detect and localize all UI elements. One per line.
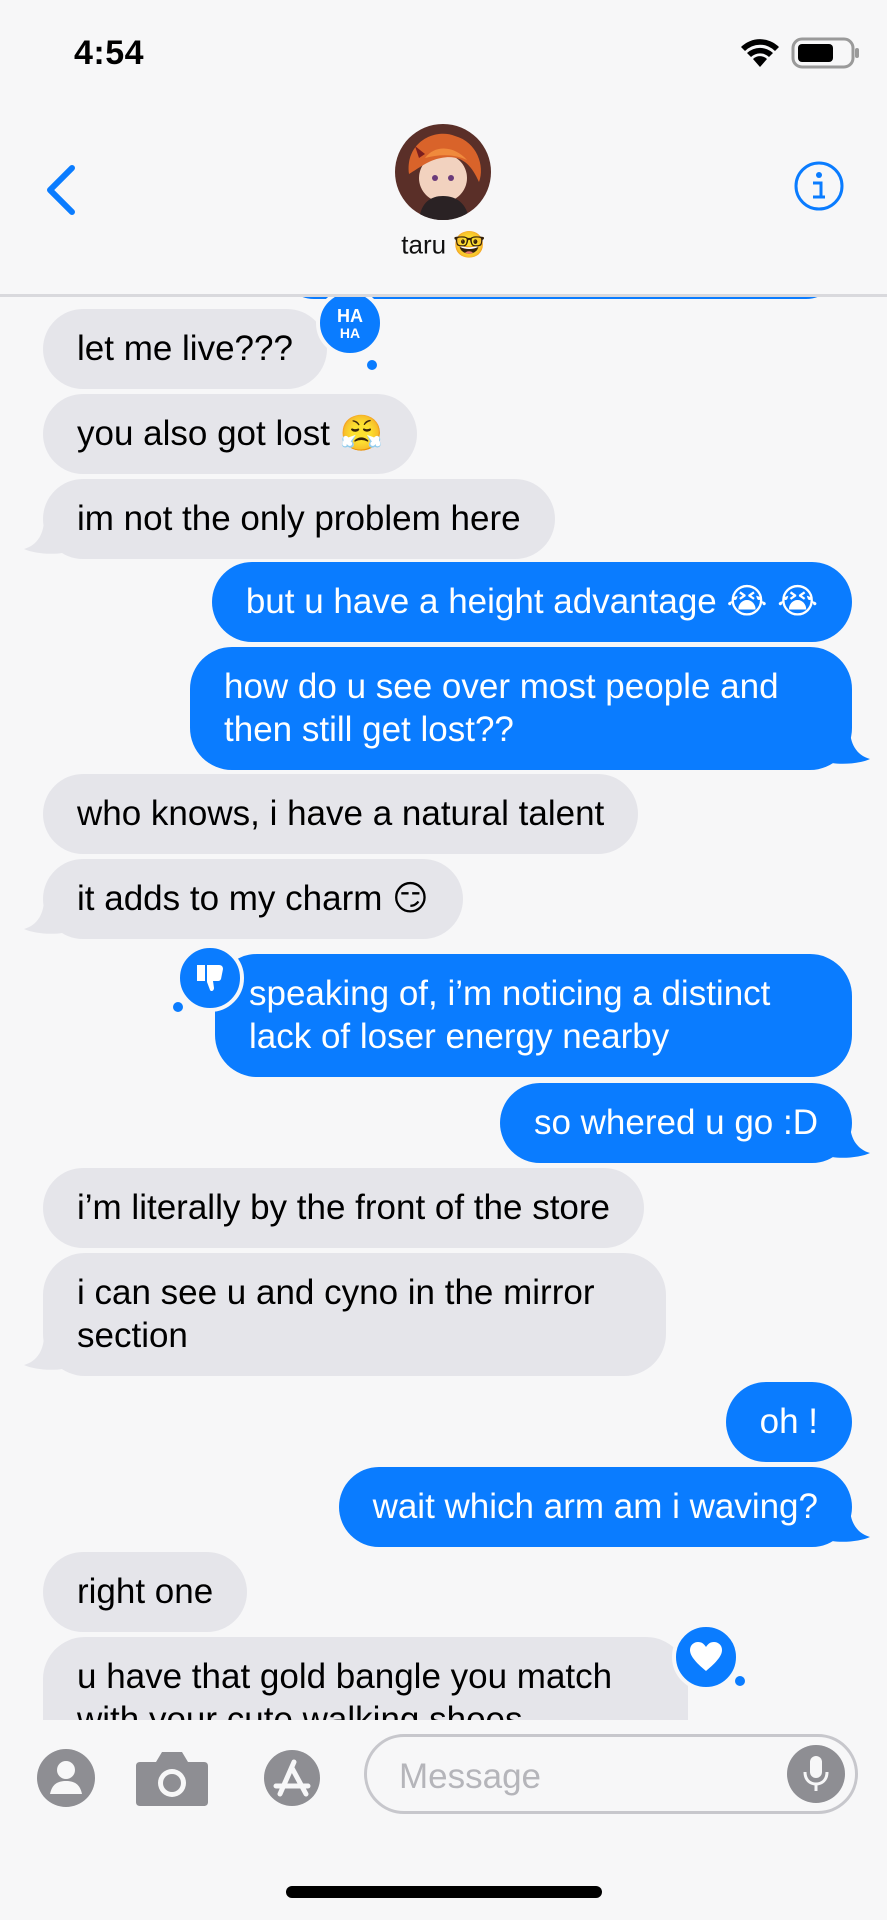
app-store-icon[interactable] — [252, 1748, 332, 1808]
message-text: oh ! — [759, 1402, 818, 1441]
message-thread[interactable]: let me live??? HA HA you also got lost 😤… — [0, 297, 887, 1720]
message-text: right one — [77, 1572, 214, 1611]
mic-glyph — [803, 1756, 829, 1791]
contact-name-text: taru — [401, 229, 447, 260]
message-text: speaking of, i’m noticing a distinct — [249, 974, 771, 1013]
message-text-line2: lack of loser energy nearby — [249, 1017, 670, 1056]
message-text: im not the only problem here — [77, 499, 521, 538]
message-bubble-received[interactable]: u have that gold bangle you match with y… — [43, 1637, 688, 1720]
message-bubble-received[interactable]: im not the only problem here — [43, 479, 555, 559]
avatar[interactable] — [395, 124, 491, 220]
bubble-tail — [832, 1507, 870, 1542]
message-text: so whered u go :D — [533, 1103, 818, 1142]
haha-text-top: HA — [337, 306, 363, 326]
message-bubble-received[interactable]: right one — [43, 1552, 248, 1632]
heart-reaction-icon[interactable] — [672, 1623, 740, 1691]
message-text: you also got lost 😤 — [77, 414, 384, 453]
message-bubble-sent[interactable]: wait which arm am i waving? — [338, 1467, 852, 1547]
home-indicator[interactable] — [286, 1886, 602, 1898]
message-text: i’m literally by the front of the store — [77, 1188, 610, 1227]
haha-glyph: HA HA — [337, 306, 363, 341]
bubble-tail — [24, 519, 62, 554]
message-text: but u have a height advantage 😭 😭 — [245, 582, 818, 621]
message-text: i can see u and cyno in the mirror — [77, 1273, 595, 1312]
message-bubble-received[interactable]: let me live??? — [43, 309, 327, 389]
bubble-tail — [24, 1335, 62, 1370]
avatar-image — [395, 124, 491, 220]
bubble-tail — [832, 729, 870, 764]
bubble-tail — [24, 899, 62, 934]
info-icon[interactable] — [793, 160, 845, 212]
thumbs-down-glyph — [197, 965, 223, 992]
bubble-tail — [832, 1123, 870, 1158]
camera-icon[interactable] — [134, 1748, 210, 1808]
reaction-dot — [170, 999, 186, 1015]
message-bubble-sent[interactable]: speaking of, i’m noticing a distinct lac… — [215, 954, 852, 1077]
message-text: wait which arm am i waving? — [372, 1487, 818, 1526]
haha-reaction-icon[interactable]: HA HA — [316, 297, 384, 357]
message-bubble-sent[interactable]: oh ! — [725, 1382, 852, 1462]
message-bubble-sent[interactable]: so whered u go :D — [499, 1083, 852, 1163]
heart-glyph — [690, 1642, 722, 1671]
status-time: 4:54 — [74, 34, 145, 72]
status-icons — [739, 36, 861, 70]
reaction-dot — [364, 357, 380, 373]
back-chevron-icon[interactable] — [38, 160, 86, 220]
message-bubble-received[interactable]: who knows, i have a natural talent — [43, 774, 639, 854]
wifi-icon — [741, 39, 779, 67]
message-text-line2: then still get lost?? — [224, 710, 514, 749]
haha-text-bottom: HA — [340, 325, 360, 341]
message-text-line2: section — [77, 1316, 188, 1355]
message-text: who knows, i have a natural talent — [77, 794, 605, 833]
message-bubble-sent[interactable]: but u have a height advantage 😭 😭 — [211, 562, 852, 642]
message-bubble-received[interactable]: it adds to my charm 😏 — [43, 859, 463, 939]
message-input[interactable]: Message — [364, 1734, 858, 1814]
reaction-dot — [732, 1673, 748, 1689]
message-text: it adds to my charm 😏 — [77, 879, 429, 918]
message-bubble-received[interactable]: i’m literally by the front of the store — [43, 1168, 644, 1248]
contact-name[interactable]: taru 🤓 — [0, 228, 887, 261]
message-text: u have that gold bangle you match — [77, 1657, 613, 1696]
message-placeholder: Message — [399, 1757, 542, 1796]
contact-emoji: 🤓 — [453, 229, 486, 260]
message-text: how do u see over most people and — [224, 667, 779, 706]
message-text-line2: with your cute walking shoes — [77, 1700, 523, 1720]
contacts-icon[interactable] — [36, 1748, 96, 1808]
message-bubble-received[interactable]: i can see u and cyno in the mirror secti… — [43, 1253, 666, 1376]
message-text: let me live??? — [77, 329, 293, 368]
message-bubble-received[interactable]: you also got lost 😤 — [43, 394, 418, 474]
thumbs-down-reaction-icon[interactable] — [176, 944, 244, 1012]
microphone-icon[interactable] — [787, 1745, 845, 1803]
conversation-header: taru 🤓 — [0, 110, 887, 297]
message-bubble-sent[interactable]: how do u see over most people and then s… — [190, 647, 852, 770]
status-bar: 4:54 — [0, 0, 887, 110]
battery-icon — [791, 37, 859, 69]
